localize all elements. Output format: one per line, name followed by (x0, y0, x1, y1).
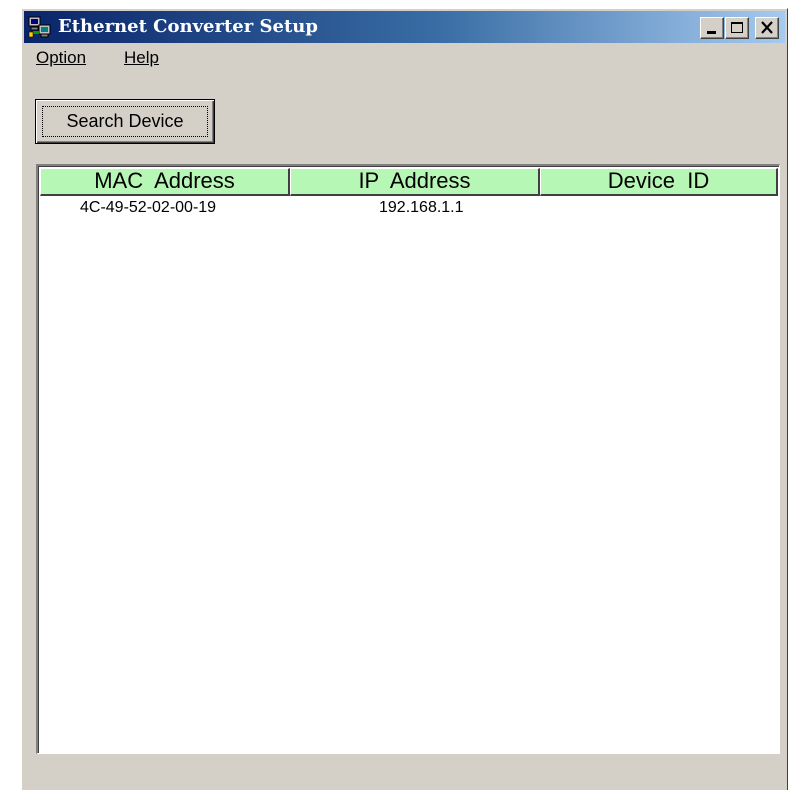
menu-bar: Option Help (24, 45, 785, 71)
table-row[interactable]: 4C-49-52-02-00-19 192.168.1.1 (40, 198, 778, 220)
device-list[interactable]: MAC Address IP Address Device ID 4C-49-5… (36, 164, 780, 754)
list-header: MAC Address IP Address Device ID (40, 168, 778, 196)
search-device-button[interactable]: Search Device (35, 99, 215, 144)
list-body: 4C-49-52-02-00-19 192.168.1.1 (40, 198, 778, 220)
menu-option-label: Option (36, 48, 87, 67)
menu-option[interactable]: Option (36, 48, 86, 68)
window-title: Ethernet Converter Setup (58, 16, 318, 37)
cell-ip-address: 192.168.1.1 (379, 199, 464, 216)
column-header-ip[interactable]: IP Address (290, 168, 540, 196)
menu-help[interactable]: Help (124, 48, 159, 68)
close-icon (761, 21, 773, 34)
cell-mac-address: 4C-49-52-02-00-19 (80, 199, 217, 216)
maximize-button[interactable] (725, 17, 749, 39)
search-device-label: Search Device (42, 106, 208, 137)
maximize-icon (731, 22, 743, 33)
close-button[interactable] (755, 17, 779, 39)
minimize-button[interactable] (700, 17, 724, 39)
column-header-device-id[interactable]: Device ID (540, 168, 778, 196)
column-header-mac[interactable]: MAC Address (40, 168, 290, 196)
menu-help-label: Help (124, 48, 159, 67)
network-computers-icon (28, 16, 52, 38)
minimize-icon (707, 31, 716, 34)
app-window: Ethernet Converter Setup Option Help Sea… (21, 8, 788, 790)
title-bar[interactable]: Ethernet Converter Setup (24, 11, 785, 43)
status-bar (24, 765, 785, 789)
